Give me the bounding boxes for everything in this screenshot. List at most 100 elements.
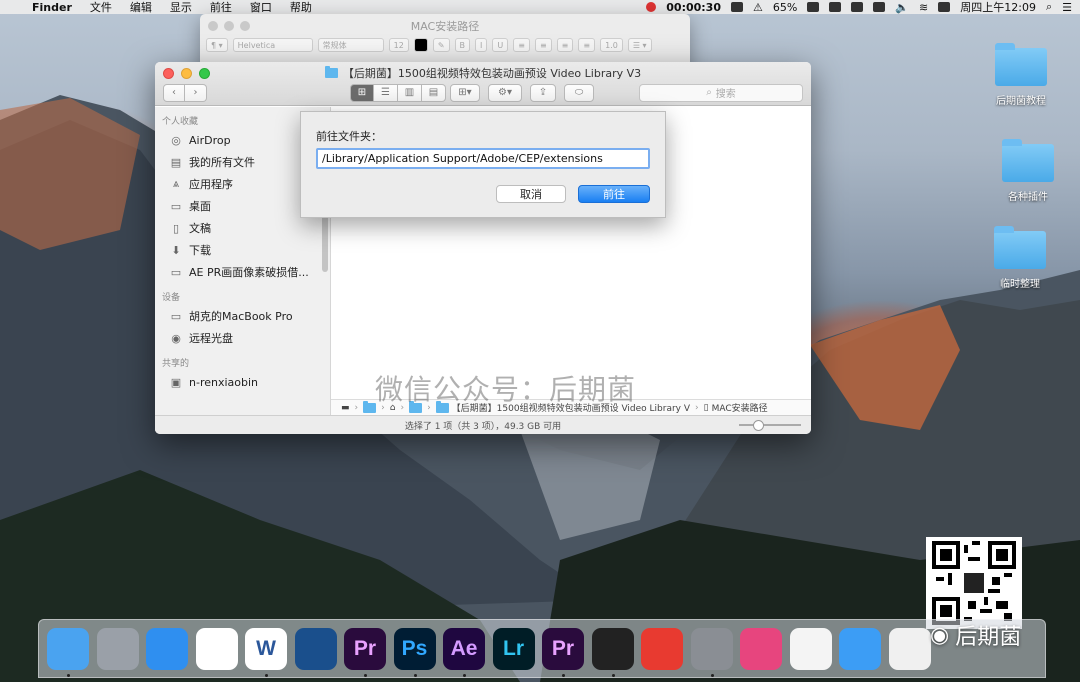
laptop-icon: ▭ (170, 309, 182, 323)
desktop-folder-label: 临时整理 (1000, 279, 1040, 290)
recording-icon[interactable] (646, 2, 657, 12)
highlight-color-swatch[interactable]: ✎ (432, 38, 450, 52)
spotlight-icon[interactable]: ⌕ (1046, 0, 1052, 14)
premiere-2-dock-icon[interactable]: Pr (542, 628, 584, 670)
dock: W Pr Ps Ae Lr Pr (38, 619, 1046, 678)
menu-window[interactable]: 窗口 (250, 0, 272, 15)
menu-go[interactable]: 前往 (210, 0, 232, 15)
sidebar-item-ae-pr-folder[interactable]: ▭ AE PR画面像素破损借... (155, 261, 330, 283)
premiere-dock-icon[interactable]: Pr (344, 628, 386, 670)
font-style-select[interactable]: 常规体 (317, 38, 384, 52)
menu-view[interactable]: 显示 (170, 0, 192, 15)
search-icon: ⌕ (706, 87, 712, 98)
view-mode-buttons: ⊞ ☰ ▥ ▤ (350, 83, 446, 102)
video-dock-icon[interactable] (839, 628, 881, 670)
final-cut-dock-icon[interactable] (591, 628, 634, 670)
arrange-button[interactable]: ⊞▾ (450, 83, 480, 102)
tags-button[interactable]: ⬭ (564, 83, 594, 102)
sidebar-item-remote-disc[interactable]: ◉ 远程光盘 (155, 327, 330, 349)
list-style-select[interactable]: ☰ ▾ (627, 38, 652, 52)
dock-icon-label: W (256, 637, 276, 660)
icon-size-slider[interactable] (739, 420, 801, 431)
folder-icon (994, 226, 1046, 269)
desktop-folder-tutorials[interactable]: 后期菌教程 (976, 43, 1066, 107)
sidebar-item-documents[interactable]: ▯ 文稿 (155, 217, 330, 239)
sidebar-item-downloads[interactable]: ⬇ 下载 (155, 239, 330, 261)
textedit-format-bar: ¶ ▾ Helvetica 常规体 12 ✎ B I U ≡ ≡ ≡ ≡ 1.0… (206, 36, 684, 54)
safari-dock-icon[interactable] (146, 628, 188, 670)
dock-icon-label: Pr (353, 637, 377, 660)
menu-help[interactable]: 帮助 (290, 0, 312, 15)
facetime-dock-icon[interactable] (789, 628, 832, 670)
menu-file[interactable]: 文件 (90, 0, 112, 15)
notification-center-icon[interactable]: ☰ (1062, 1, 1072, 14)
cleanmymac-dock-icon[interactable] (740, 628, 782, 670)
back-button[interactable]: ‹ (163, 83, 185, 102)
sidebar-item-macbook[interactable]: ▭ 胡克的MacBook Pro (155, 305, 330, 327)
cancel-button[interactable]: 取消 (496, 185, 566, 203)
photos-dock-icon[interactable] (195, 628, 238, 670)
sidebar-header-shared: 共享的 (162, 359, 190, 369)
display-icon[interactable] (731, 2, 743, 12)
menu-clock[interactable]: 周四上午12:09 (960, 0, 1036, 15)
app-status-icon[interactable] (829, 2, 842, 12)
cover-flow-button[interactable]: ▤ (422, 83, 446, 102)
sidebar-item-shared-host[interactable]: ▣ n-renxiaobin (155, 371, 330, 393)
finder-titlebar[interactable]: 【后期菌】1500组视频特效包装动画预设 Video Library V3 ‹ … (155, 62, 811, 106)
system-preferences-dock-icon[interactable] (690, 628, 733, 670)
sidebar-item-label: 远程光盘 (189, 332, 233, 345)
netease-music-dock-icon[interactable] (641, 628, 683, 670)
quicktime-dock-icon[interactable] (294, 628, 337, 670)
menu-edit[interactable]: 编辑 (130, 0, 152, 15)
justify-button[interactable]: ≡ (578, 38, 596, 52)
all-files-icon: ▤ (170, 155, 182, 169)
align-center-button[interactable]: ≡ (534, 38, 552, 52)
sidebar-item-label: AirDrop (189, 133, 231, 147)
text-color-swatch[interactable] (413, 38, 428, 52)
menu-bar: Finder 文件 编辑 显示 前往 窗口 帮助 00:00:30 ⚠ 65% … (0, 0, 1080, 14)
downloads-icon: ⬇ (171, 243, 181, 257)
after-effects-dock-icon[interactable]: Ae (443, 628, 485, 670)
photoshop-dock-icon[interactable]: Ps (393, 628, 436, 670)
action-gear-button[interactable]: ⚙▾ (488, 83, 522, 102)
folder-path-input[interactable] (316, 148, 650, 169)
battery-icon[interactable] (807, 2, 820, 12)
mic-icon[interactable] (851, 2, 864, 12)
word-dock-icon[interactable]: W (245, 628, 287, 670)
battery-percent: 65% (772, 0, 798, 14)
paragraph-style-select[interactable]: ¶ ▾ (206, 38, 228, 52)
column-view-button[interactable]: ▥ (398, 83, 422, 102)
share-button[interactable]: ⇪ (530, 83, 556, 102)
volume-icon[interactable]: 🔈 (895, 1, 909, 14)
list-view-button[interactable]: ☰ (374, 83, 398, 102)
search-field[interactable]: ⌕ 搜索 (639, 83, 803, 102)
documents-icon: ▯ (172, 221, 180, 235)
font-family-select[interactable]: Helvetica (232, 38, 313, 52)
font-size-select[interactable]: 12 (388, 38, 409, 52)
go-button[interactable]: 前往 (578, 185, 650, 203)
forward-button[interactable]: › (185, 83, 207, 102)
spaces-icon[interactable] (938, 2, 951, 12)
desktop-folder-plugins[interactable]: 各种插件 (983, 139, 1073, 203)
menu-finder[interactable]: Finder (32, 1, 72, 14)
underline-button[interactable]: U (492, 38, 509, 52)
wifi-icon[interactable]: ≋ (919, 1, 928, 14)
alert-icon[interactable]: ⚠ (753, 1, 763, 14)
input-method-icon[interactable] (873, 2, 886, 12)
align-left-button[interactable]: ≡ (513, 38, 530, 52)
drive-icon[interactable]: ▬ (341, 403, 350, 413)
icon-view-button[interactable]: ⊞ (350, 83, 374, 102)
path-segment[interactable]: MAC安装路径 (712, 401, 768, 414)
sidebar-item-label: 桌面 (189, 200, 211, 213)
wechat-brand: ◉ 后期菌 (930, 619, 1021, 651)
desktop-folder-label: 后期菌教程 (996, 96, 1046, 107)
align-right-button[interactable]: ≡ (556, 38, 574, 52)
notes-dock-icon[interactable] (888, 628, 931, 670)
lightroom-dock-icon[interactable]: Lr (492, 628, 535, 670)
italic-button[interactable]: I (475, 38, 488, 52)
bold-button[interactable]: B (454, 38, 471, 52)
desktop-folder-temp[interactable]: 临时整理 (975, 226, 1065, 290)
line-spacing-select[interactable]: 1.0 (600, 38, 623, 52)
finder-dock-icon[interactable] (47, 628, 89, 670)
launchpad-dock-icon[interactable] (96, 628, 139, 670)
